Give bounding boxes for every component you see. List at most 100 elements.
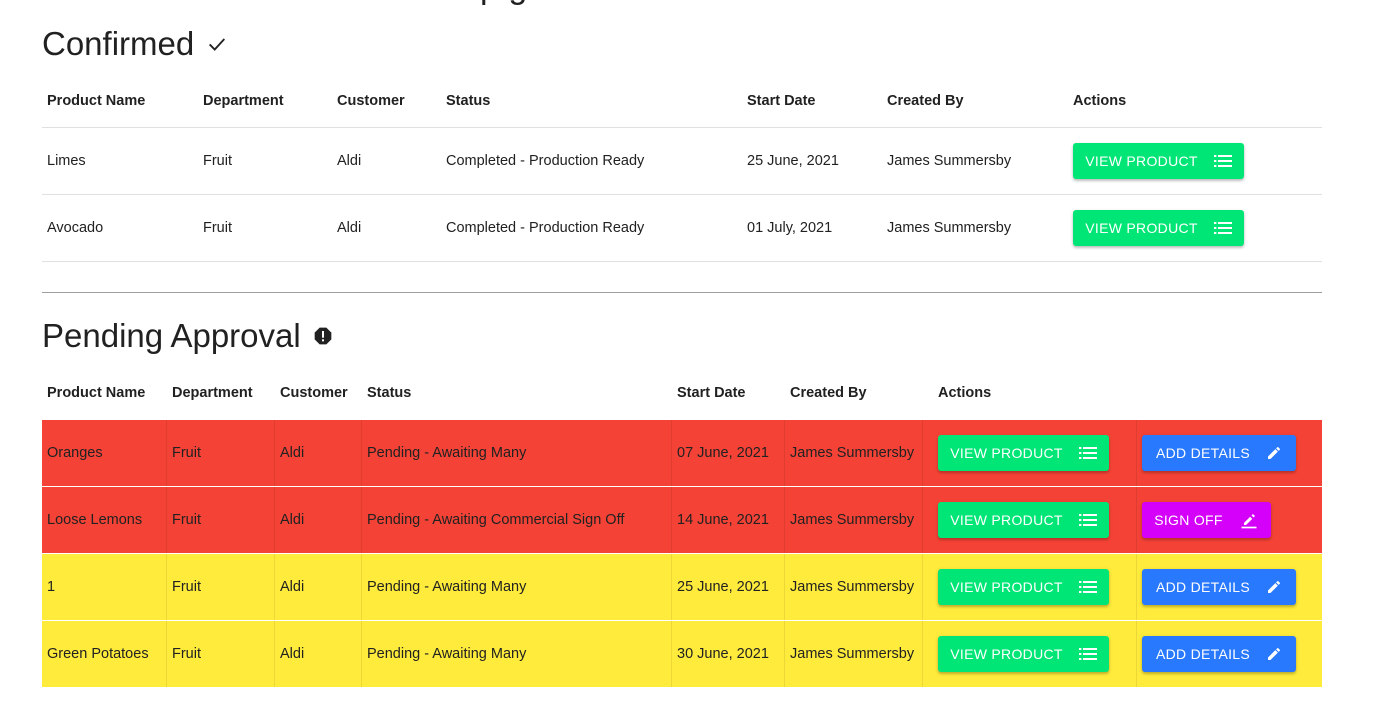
add-details-label: ADD DETAILS [1155,579,1251,595]
col-header-status: Status [367,385,412,401]
cell-separator [671,554,672,620]
cell-separator [922,420,923,486]
cell-created-by: James Summersby [790,445,915,461]
cell-start-date: 14 June, 2021 [677,512,769,528]
cell-status: Completed - Production Ready [446,220,645,236]
cell-status: Pending - Awaiting Many [367,579,527,595]
cell-product-name: Green Potatoes [47,646,149,662]
col-header-created-by: Created By [887,93,964,109]
col-header-actions: Actions [1073,93,1127,109]
cell-separator [361,487,362,553]
col-header-actions: Actions [938,385,992,401]
add-details-label: ADD DETAILS [1155,445,1251,461]
view-product-label: VIEW PRODUCT [1085,220,1198,236]
col-header-customer: Customer [280,385,348,401]
table-row: Green Potatoes Fruit Aldi Pending - Awai… [42,621,1322,687]
view-product-button[interactable]: VIEW PRODUCT [1073,210,1244,246]
cell-separator [784,554,785,620]
cell-separator [361,420,362,486]
cell-separator [274,487,275,553]
table-row: Loose Lemons Fruit Aldi Pending - Awaiti… [42,487,1322,553]
cell-separator [671,621,672,687]
view-product-label: VIEW PRODUCT [950,579,1063,595]
cell-separator [274,621,275,687]
cell-department: Fruit [172,445,201,461]
cell-separator [671,420,672,486]
col-header-created-by: Created By [790,385,867,401]
col-header-start-date: Start Date [747,93,816,109]
cell-start-date: 07 June, 2021 [677,445,769,461]
cell-product-name: Avocado [47,220,104,236]
cell-separator [166,554,167,620]
cell-status: Pending - Awaiting Many [367,646,527,662]
pending-title-text: Pending Approval [42,317,301,354]
cell-product-name: Oranges [47,445,103,461]
confirmed-title-text: Confirmed [42,25,195,62]
check-icon [206,33,228,55]
page-title-fragment: p g [480,0,527,7]
sign-off-button[interactable]: SIGN OFF [1142,502,1271,538]
view-product-label: VIEW PRODUCT [1085,153,1198,169]
cell-separator [166,487,167,553]
cell-start-date: 25 June, 2021 [677,579,769,595]
view-product-label: VIEW PRODUCT [950,646,1063,662]
view-product-label: VIEW PRODUCT [950,445,1063,461]
list-icon [1078,580,1097,594]
cell-department: Fruit [203,220,232,236]
table-row: Oranges Fruit Aldi Pending - Awaiting Ma… [42,420,1322,486]
cell-separator [1136,621,1137,687]
add-details-button[interactable]: ADD DETAILS [1142,569,1296,605]
cell-customer: Aldi [280,646,305,662]
view-product-button[interactable]: VIEW PRODUCT [938,636,1109,672]
cell-customer: Aldi [280,512,305,528]
cell-created-by: James Summersby [790,512,915,528]
row-divider [42,261,1322,262]
pencil-icon [1266,646,1282,662]
cell-product-name: Loose Lemons [47,512,143,528]
view-product-button[interactable]: VIEW PRODUCT [938,502,1109,538]
cell-separator [922,554,923,620]
list-icon [1078,513,1097,527]
cell-separator [166,621,167,687]
cell-separator [784,487,785,553]
cell-department: Fruit [203,153,232,169]
add-details-button[interactable]: ADD DETAILS [1142,435,1296,471]
view-product-label: VIEW PRODUCT [950,512,1063,528]
view-product-button[interactable]: VIEW PRODUCT [938,569,1109,605]
section-divider [42,292,1322,293]
cell-separator [784,420,785,486]
col-header-status: Status [446,93,491,109]
cell-separator [361,554,362,620]
cell-created-by: James Summersby [790,579,915,595]
cell-separator [922,621,923,687]
list-icon [1213,221,1232,235]
cell-created-by: James Summersby [887,153,1012,169]
cell-separator [922,487,923,553]
cell-separator [274,420,275,486]
col-header-customer: Customer [337,93,405,109]
table-row: 1 Fruit Aldi Pending - Awaiting Many 25 … [42,554,1322,620]
view-product-button[interactable]: VIEW PRODUCT [1073,143,1244,179]
cell-separator [274,554,275,620]
cell-product-name: 1 [47,579,56,595]
list-icon [1213,154,1232,168]
alert-octagon-icon [313,326,333,346]
cell-separator [1136,554,1137,620]
col-header-product-name: Product Name [47,385,146,401]
cell-start-date: 30 June, 2021 [677,646,769,662]
list-icon [1078,647,1097,661]
pencil-icon [1266,445,1282,461]
col-header-product-name: Product Name [47,93,146,109]
sign-off-label: SIGN OFF [1154,512,1223,528]
cell-status: Pending - Awaiting Commercial Sign Off [367,512,625,528]
cell-customer: Aldi [280,579,305,595]
cell-customer: Aldi [280,445,305,461]
cell-department: Fruit [172,579,201,595]
col-header-start-date: Start Date [677,385,746,401]
add-details-label: ADD DETAILS [1155,646,1251,662]
add-details-button[interactable]: ADD DETAILS [1142,636,1296,672]
view-product-button[interactable]: VIEW PRODUCT [938,435,1109,471]
cell-customer: Aldi [337,220,362,236]
cell-start-date: 25 June, 2021 [747,153,839,169]
cell-created-by: James Summersby [790,646,915,662]
